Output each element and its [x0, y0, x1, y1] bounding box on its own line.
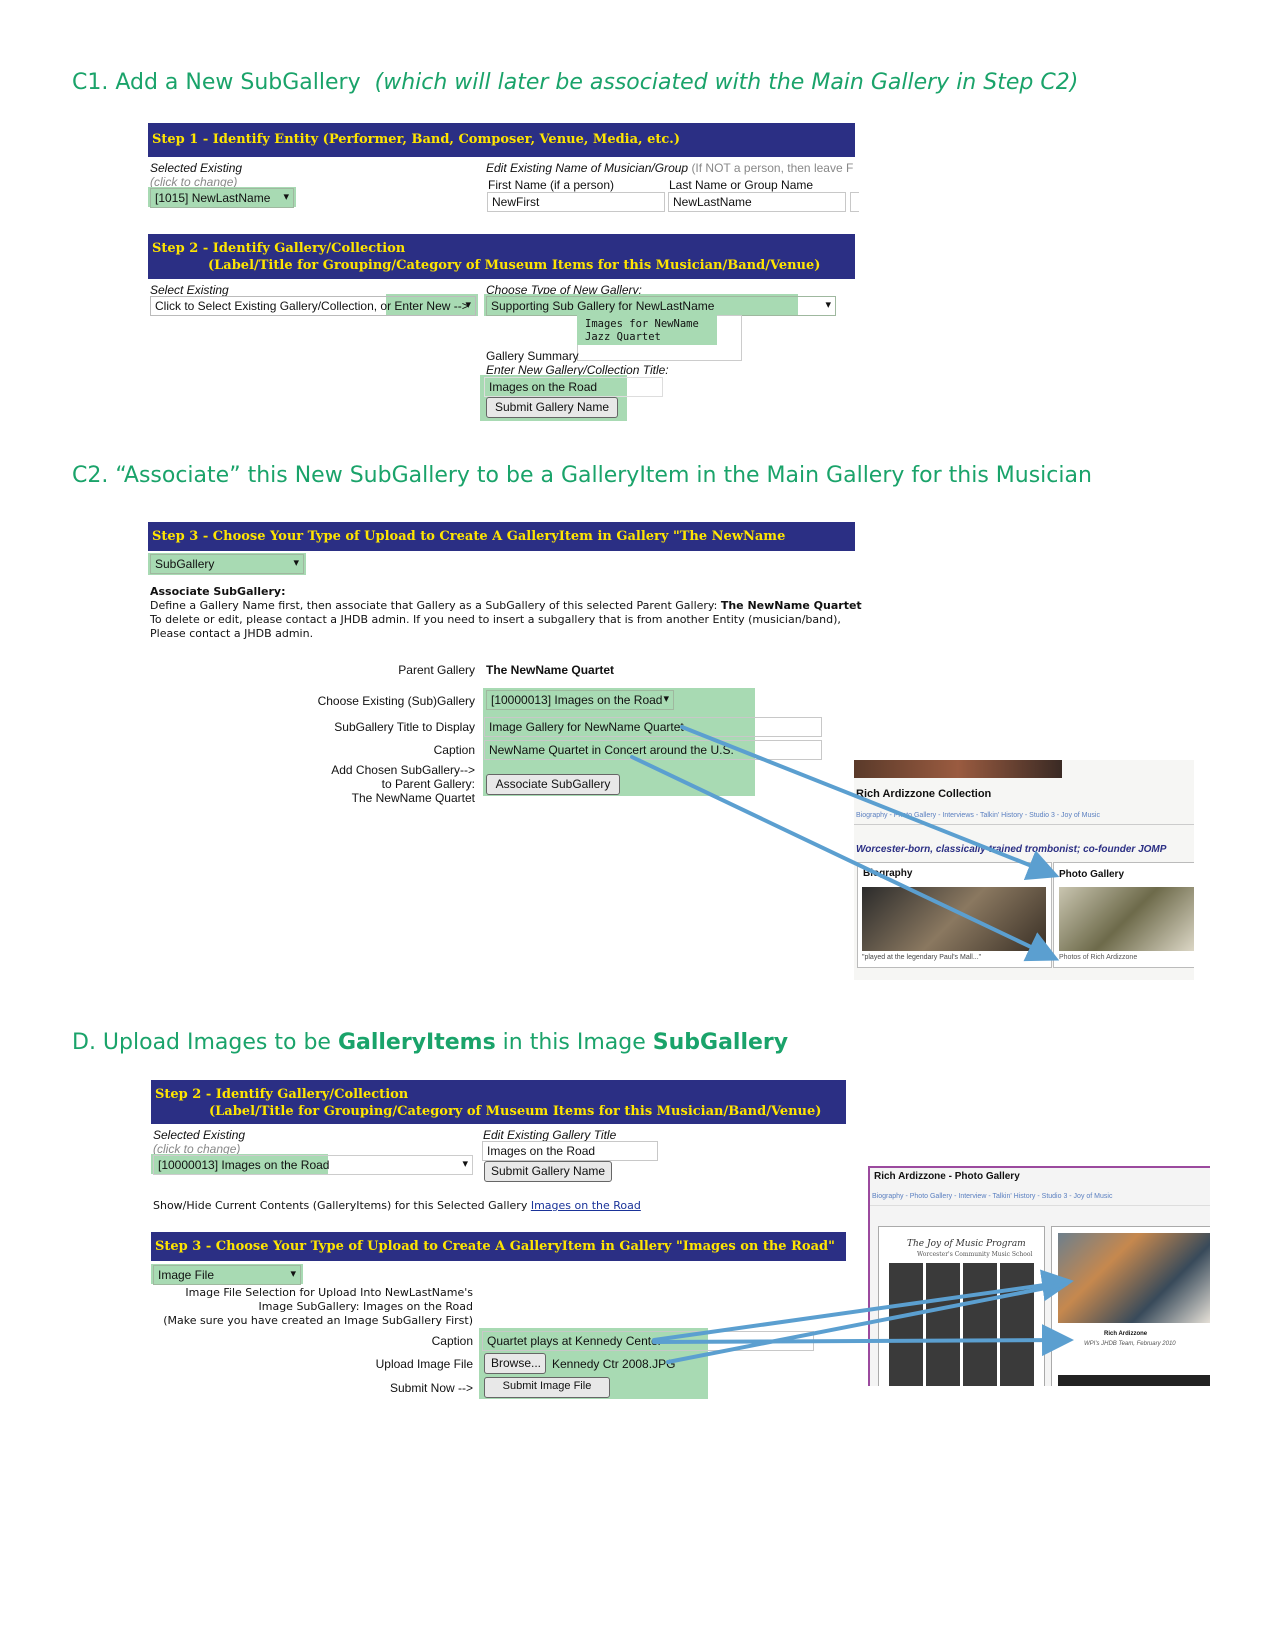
arrow-caption-to-card: [630, 755, 1060, 962]
arrow-title-to-gallery: [680, 725, 1060, 881]
arrow-file-to-photo: [652, 1269, 1074, 1342]
annotation-arrows: [630, 725, 1074, 1364]
arrow-caption-to-photo: [652, 1324, 1074, 1357]
arrow-browse-to-photo: [666, 1282, 1068, 1364]
